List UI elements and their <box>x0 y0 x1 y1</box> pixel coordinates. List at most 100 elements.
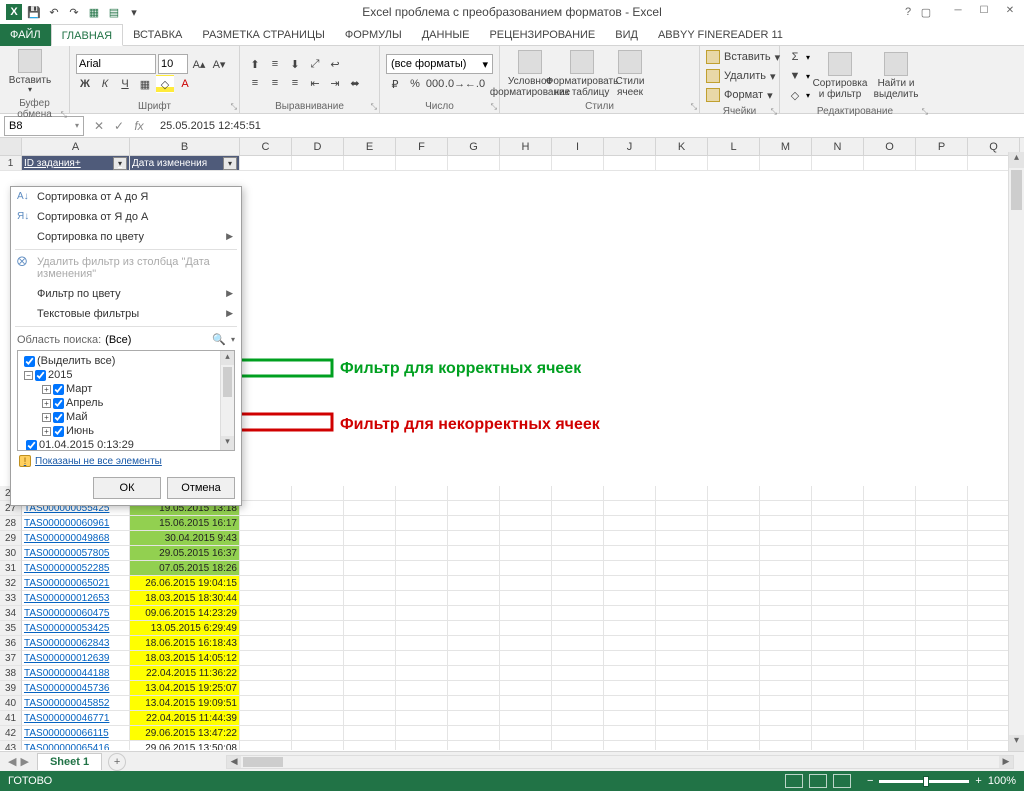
qat-icon[interactable]: ▦ <box>86 4 102 20</box>
filter-button-icon[interactable]: ▾ <box>113 157 127 170</box>
tree-scrollbar[interactable]: ▴▾ <box>220 351 234 450</box>
cell-id[interactable]: TAS000000049868 <box>22 531 130 546</box>
zoom-out-icon[interactable]: − <box>867 775 873 787</box>
horizontal-scrollbar[interactable]: ◀▶ <box>226 755 1014 769</box>
indent-dec-icon[interactable]: ⇤ <box>306 74 324 92</box>
chevron-down-icon[interactable]: ▾ <box>231 335 235 344</box>
row-header[interactable]: 32 <box>0 576 22 591</box>
merge-icon[interactable]: ⬌ <box>346 74 364 92</box>
cell-id[interactable]: TAS000000062843 <box>22 636 130 651</box>
cell-date[interactable]: 30.04.2015 9:43 <box>130 531 240 546</box>
insert-cells-button[interactable]: Вставить ▾ <box>706 48 780 66</box>
tab-insert[interactable]: ВСТАВКА <box>123 24 192 46</box>
minimize-icon[interactable]: ─ <box>946 2 970 18</box>
cell-date[interactable]: 09.06.2015 14:23:29 <box>130 606 240 621</box>
align-left-icon[interactable]: ≡ <box>246 74 264 92</box>
cell-date[interactable]: 29.05.2015 16:37 <box>130 546 240 561</box>
row-header[interactable]: 36 <box>0 636 22 651</box>
decrease-font-icon[interactable]: A▾ <box>210 55 228 73</box>
inc-decimal-icon[interactable]: .0→ <box>446 75 464 93</box>
column-header[interactable]: G <box>448 138 500 155</box>
cell-id[interactable]: TAS000000044188 <box>22 666 130 681</box>
align-center-icon[interactable]: ≡ <box>266 74 284 92</box>
column-header[interactable]: C <box>240 138 292 155</box>
tab-view[interactable]: ВИД <box>605 24 648 46</box>
cell-id[interactable]: TAS000000065416 <box>22 741 130 750</box>
row-header[interactable]: 30 <box>0 546 22 561</box>
column-header[interactable]: D <box>292 138 344 155</box>
filter-values-tree[interactable]: (Выделить все) −2015 +Март+Апрель+Май+Ию… <box>17 350 235 451</box>
wrap-text-icon[interactable]: ↩ <box>326 55 344 73</box>
cell-styles-button[interactable]: Стили ячеек <box>610 50 650 98</box>
save-icon[interactable]: 💾 <box>26 4 42 20</box>
expand-icon[interactable]: + <box>42 413 51 422</box>
sort-color-item[interactable]: Сортировка по цвету▶ <box>11 227 241 247</box>
column-header[interactable]: N <box>812 138 864 155</box>
qat-icon[interactable]: ▤ <box>106 4 122 20</box>
maximize-icon[interactable]: ☐ <box>972 2 996 18</box>
filter-color-item[interactable]: Фильтр по цвету▶ <box>11 284 241 304</box>
column-header[interactable]: J <box>604 138 656 155</box>
tab-formulas[interactable]: ФОРМУЛЫ <box>335 24 412 46</box>
row-header[interactable]: 31 <box>0 561 22 576</box>
italic-icon[interactable]: К <box>96 75 114 93</box>
row-header[interactable]: 37 <box>0 651 22 666</box>
column-header[interactable]: A <box>22 138 130 155</box>
month-checkbox[interactable] <box>53 384 64 395</box>
cell-id[interactable]: TAS000000046771 <box>22 711 130 726</box>
cell-id[interactable]: TAS000000065021 <box>22 576 130 591</box>
align-top-icon[interactable]: ⬆ <box>246 55 264 73</box>
search-icon[interactable]: 🔍 <box>211 333 227 346</box>
search-scope-value[interactable]: (Все) <box>105 334 207 346</box>
delete-cells-button[interactable]: Удалить ▾ <box>706 67 780 85</box>
month-checkbox[interactable] <box>53 398 64 409</box>
autosum-icon[interactable]: Σ <box>786 48 804 66</box>
border-icon[interactable]: ▦ <box>136 75 154 93</box>
row-header[interactable]: 33 <box>0 591 22 606</box>
row-header[interactable]: 40 <box>0 696 22 711</box>
row-header[interactable]: 29 <box>0 531 22 546</box>
find-select-button[interactable]: Найти и выделить <box>870 52 922 100</box>
font-color-icon[interactable]: A <box>176 75 194 93</box>
format-cells-button[interactable]: Формат ▾ <box>706 86 780 104</box>
filter-button-icon[interactable]: ▾ <box>223 157 237 170</box>
tab-layout[interactable]: РАЗМЕТКА СТРАНИЦЫ <box>192 24 334 46</box>
month-checkbox[interactable] <box>53 412 64 423</box>
tab-data[interactable]: ДАННЫЕ <box>412 24 480 46</box>
row-header[interactable]: 43 <box>0 741 22 750</box>
month-checkbox[interactable] <box>53 426 64 437</box>
number-format-select[interactable]: (все форматы)▾ <box>386 54 493 74</box>
expand-icon[interactable]: + <box>42 399 51 408</box>
sheet-nav-prev-icon[interactable]: ◀ <box>8 755 16 768</box>
tab-abbyy[interactable]: ABBYY FineReader 11 <box>648 24 793 46</box>
cell-id[interactable]: TAS000000045736 <box>22 681 130 696</box>
help-icon[interactable]: ? <box>900 4 916 20</box>
redo-icon[interactable]: ↷ <box>66 4 82 20</box>
table-header-b[interactable]: Дата изменения▾ <box>130 156 240 171</box>
cell-date[interactable]: 13.04.2015 19:09:51 <box>130 696 240 711</box>
sort-az-item[interactable]: A↓Сортировка от А до Я <box>11 187 241 207</box>
formula-input[interactable]: 25.05.2015 12:45:51 <box>154 120 1024 132</box>
cell-id[interactable]: TAS000000052285 <box>22 561 130 576</box>
expand-icon[interactable]: + <box>42 385 51 394</box>
date-checkbox[interactable] <box>26 440 37 451</box>
column-header[interactable]: I <box>552 138 604 155</box>
font-name-input[interactable] <box>76 54 156 74</box>
cell-id[interactable]: TAS000000066115 <box>22 726 130 741</box>
sort-filter-button[interactable]: Сортировка и фильтр <box>814 52 866 100</box>
align-bottom-icon[interactable]: ⬇ <box>286 55 304 73</box>
column-header[interactable]: P <box>916 138 968 155</box>
align-right-icon[interactable]: ≡ <box>286 74 304 92</box>
row-header[interactable]: 34 <box>0 606 22 621</box>
cell-date[interactable]: 29.06.2015 13:50:08 <box>130 741 240 750</box>
underline-icon[interactable]: Ч <box>116 75 134 93</box>
new-sheet-button[interactable]: + <box>108 753 126 771</box>
row-header[interactable]: 38 <box>0 666 22 681</box>
row-header[interactable]: 1 <box>0 156 22 171</box>
tab-file[interactable]: ФАЙЛ <box>0 24 51 46</box>
select-all-corner[interactable] <box>0 138 22 155</box>
expand-icon[interactable]: + <box>42 427 51 436</box>
cell-date[interactable]: 13.05.2015 6:29:49 <box>130 621 240 636</box>
collapse-icon[interactable]: − <box>24 371 33 380</box>
fx-icon[interactable]: fx <box>130 117 148 135</box>
